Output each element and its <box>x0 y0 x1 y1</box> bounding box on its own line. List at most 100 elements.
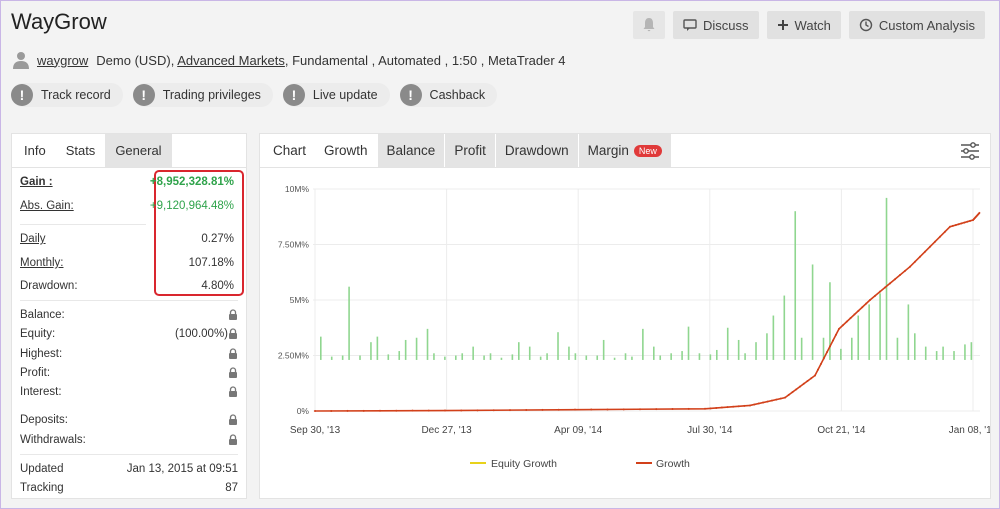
daily-bar <box>415 337 418 360</box>
stat-updated: Updated Jan 13, 2015 at 09:51 <box>20 463 238 475</box>
daily-bar <box>964 344 966 360</box>
daily-bar <box>794 211 797 360</box>
lock-icon <box>229 367 237 379</box>
stat-label[interactable]: Abs. Gain: <box>20 200 74 212</box>
growth-chart: 0% 2.50M% 5M% 7.50M% 10M% Sep 30, '13 Dec 27, … <box>278 184 990 470</box>
growth-point <box>795 388 798 391</box>
growth-point <box>757 402 760 405</box>
growth-point <box>899 274 901 277</box>
tab-growth[interactable]: Growth <box>315 134 377 167</box>
growth-point <box>826 351 828 354</box>
daily-bar <box>348 286 350 360</box>
daily-bar <box>528 346 531 360</box>
daily-bar <box>935 351 938 360</box>
growth-point <box>314 410 316 412</box>
verification-badges: ! Track record ! Trading privileges ! Live … <box>11 83 498 107</box>
daily-bar <box>426 328 429 360</box>
growth-point <box>939 235 941 238</box>
daily-bar <box>868 304 870 360</box>
growth-point <box>799 385 801 388</box>
x-tick-label: Jan 08, '15 <box>949 425 990 436</box>
x-tick-label: Jul 30, '14 <box>687 425 733 436</box>
tab-chart[interactable]: Chart <box>264 134 315 167</box>
daily-bar <box>726 327 729 360</box>
badge-trading-privileges[interactable]: ! Trading privileges <box>132 83 273 107</box>
growth-point <box>606 408 609 411</box>
tab-profit[interactable]: Profit <box>444 134 495 167</box>
daily-bar <box>879 293 881 360</box>
daily-bar <box>857 315 860 360</box>
watch-button[interactable]: Watch <box>766 11 841 39</box>
growth-point <box>978 212 981 215</box>
avatar <box>13 52 29 69</box>
clock-icon <box>859 18 873 32</box>
daily-bar <box>489 353 492 360</box>
stat-gain: Gain : +8,952,328.81% <box>20 176 238 188</box>
stat-balance: Balance: <box>20 309 238 321</box>
daily-bar <box>568 346 570 360</box>
stat-value: Jan 13, 2015 at 09:51 <box>126 463 238 475</box>
stat-value: +9,120,964.48% <box>149 200 234 212</box>
daily-bar <box>404 339 407 360</box>
tab-general[interactable]: General <box>105 134 172 167</box>
chart-tabs: Chart Growth Balance Profit Drawdown Mar… <box>260 134 990 168</box>
daily-bar <box>359 355 361 360</box>
tab-info[interactable]: Info <box>14 134 56 167</box>
bell-icon <box>643 18 655 32</box>
tab-margin[interactable]: Margin New <box>577 134 671 167</box>
filter-settings-icon[interactable] <box>960 142 980 160</box>
stat-label: Updated <box>20 463 64 475</box>
discuss-button[interactable]: Discuss <box>673 11 759 39</box>
growth-point <box>857 309 860 312</box>
stat-label[interactable]: Monthly: <box>20 257 63 269</box>
y-tick-label: 10M% <box>285 184 310 194</box>
badge-cashback[interactable]: ! Cashback <box>399 83 498 107</box>
badge-live-update[interactable]: ! Live update <box>282 83 390 107</box>
broker-link[interactable]: Advanced Markets <box>177 53 285 68</box>
daily-bar <box>518 342 520 360</box>
growth-point <box>509 409 511 412</box>
growth-point <box>820 362 822 365</box>
growth-point <box>379 409 381 412</box>
tab-drawdown[interactable]: Drawdown <box>494 134 578 167</box>
tab-stats[interactable]: Stats <box>56 134 106 167</box>
growth-point <box>775 398 778 401</box>
daily-bar <box>744 353 746 360</box>
daily-bar <box>698 353 701 360</box>
stat-label: Drawdown: <box>20 280 78 292</box>
daily-bar <box>970 342 973 360</box>
badge-label: Cashback <box>429 88 486 102</box>
growth-point <box>770 399 773 402</box>
stat-drawdown: Drawdown: 4.80% <box>20 280 238 292</box>
growth-point <box>557 408 560 411</box>
stat-label[interactable]: Daily <box>20 233 46 245</box>
stat-value: (100.00%) <box>174 328 228 340</box>
tab-balance[interactable]: Balance <box>376 134 445 167</box>
custom-analysis-button[interactable]: Custom Analysis <box>848 11 985 39</box>
stat-value: 0.27% <box>201 233 234 245</box>
stat-label[interactable]: Gain : <box>20 176 53 188</box>
notify-button[interactable] <box>633 11 666 39</box>
growth-point <box>861 306 864 309</box>
daily-bar <box>539 356 542 360</box>
lock-icon <box>229 434 237 446</box>
daily-bar <box>596 355 599 360</box>
growth-point <box>671 408 674 411</box>
stat-label: Interest: <box>20 386 62 398</box>
stat-value: 4.80% <box>201 280 234 292</box>
daily-bar <box>840 348 842 360</box>
growth-point <box>622 408 625 411</box>
account-details: , Fundamental , Automated , 1:50 , MetaT… <box>284 52 566 68</box>
badge-label: Track record <box>41 88 111 102</box>
growth-point <box>841 324 844 327</box>
stat-value: 87 <box>225 482 238 494</box>
daily-bar <box>557 332 559 360</box>
badge-track-record[interactable]: ! Track record <box>11 83 123 107</box>
daily-bar <box>602 339 605 360</box>
tab-margin-label: Margin <box>587 143 629 158</box>
username-link[interactable]: waygrow <box>37 53 88 68</box>
daily-bar <box>472 346 474 360</box>
daily-bar <box>461 353 464 360</box>
growth-point <box>894 278 896 281</box>
growth-point <box>753 403 756 406</box>
